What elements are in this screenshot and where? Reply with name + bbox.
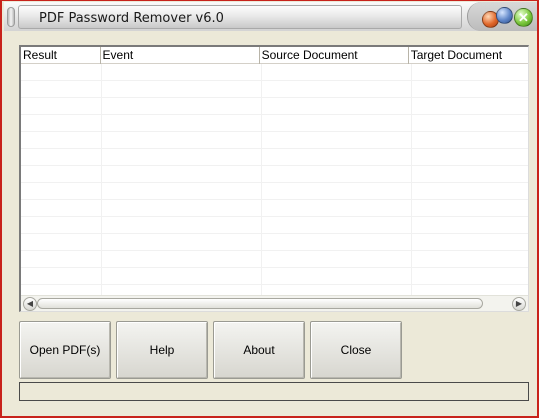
column-divider <box>411 64 412 297</box>
window-controls: ✕ <box>467 2 537 31</box>
open-pdfs-button[interactable]: Open PDF(s) <box>19 321 111 379</box>
close-button[interactable]: Close <box>310 321 402 379</box>
close-window-button[interactable]: ✕ <box>514 8 533 27</box>
scrollbar-thumb[interactable] <box>37 298 483 309</box>
window-menu-grip[interactable] <box>7 7 15 27</box>
help-button[interactable]: Help <box>116 321 208 379</box>
window-title: PDF Password Remover v6.0 <box>39 11 224 26</box>
title-tab: PDF Password Remover v6.0 <box>18 5 462 29</box>
results-list[interactable]: Result Event Source Document Target Docu… <box>19 45 529 312</box>
scroll-left-button[interactable]: ◀ <box>23 297 37 311</box>
column-header-target-document[interactable]: Target Document <box>409 47 528 64</box>
arrow-left-icon: ◀ <box>26 299 34 308</box>
maximize-button[interactable] <box>496 7 513 24</box>
title-bar[interactable]: PDF Password Remover v6.0 ✕ <box>4 2 537 31</box>
column-header-event[interactable]: Event <box>101 47 260 64</box>
scroll-right-button[interactable]: ▶ <box>512 297 526 311</box>
horizontal-scrollbar[interactable]: ◀ ▶ <box>21 295 528 311</box>
arrow-right-icon: ▶ <box>515 299 523 308</box>
progress-bar <box>19 382 529 401</box>
column-header-source-document[interactable]: Source Document <box>260 47 409 64</box>
app-window: PDF Password Remover v6.0 ✕ Result Event… <box>0 0 539 418</box>
column-header-result[interactable]: Result <box>21 47 101 64</box>
close-icon: ✕ <box>518 10 529 25</box>
column-divider <box>261 64 262 297</box>
column-divider <box>101 64 102 297</box>
about-button[interactable]: About <box>213 321 305 379</box>
list-body[interactable] <box>21 64 528 297</box>
list-header: Result Event Source Document Target Docu… <box>21 47 528 64</box>
